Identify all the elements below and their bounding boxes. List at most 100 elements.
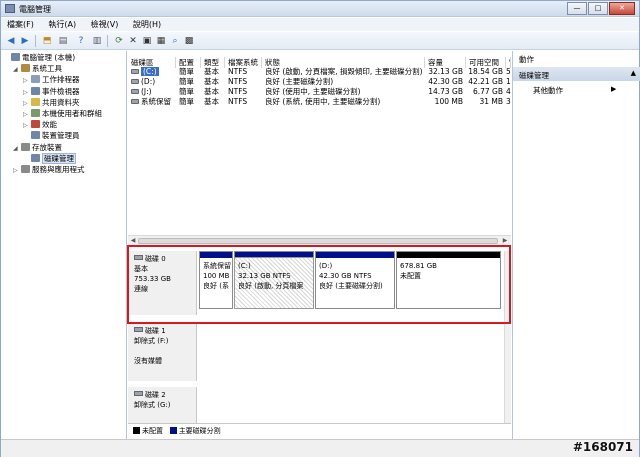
expand-toggle-icon[interactable]: ▷ <box>13 166 21 176</box>
action-pane-icon[interactable]: ▥ <box>91 35 103 47</box>
users-icon <box>31 109 40 117</box>
more-actions-label: 其他動作 <box>533 86 563 95</box>
disk-icon <box>134 327 143 332</box>
volume-row[interactable]: (J:) 簡單 基本 NTFS 良好 (使用中, 主要磁碟分割) 14.73 GB 6.77… <box>128 87 511 97</box>
tree-item[interactable]: ▷ 工作排程器 <box>23 75 80 85</box>
scroll-left-icon[interactable]: ◀ <box>129 237 137 245</box>
actions-section-label: 磁碟管理 <box>519 71 549 80</box>
actions-section-disk-management[interactable]: 磁碟管理 ▲ <box>513 67 640 81</box>
menu-view[interactable]: 檢視(V) <box>85 18 125 30</box>
storage-icon <box>21 142 30 151</box>
expand-toggle-icon[interactable]: ▷ <box>23 121 31 131</box>
cell-percent-free: 46 <box>506 87 511 96</box>
scroll-right-icon[interactable]: ▶ <box>501 237 509 245</box>
toolbar-divider <box>107 35 108 47</box>
tree-item[interactable]: 電腦管理 (本機) <box>3 53 75 63</box>
tree-item[interactable]: 磁碟管理 <box>23 152 76 164</box>
actions-header: 動作 <box>519 55 534 64</box>
refresh-icon[interactable]: ⟳ <box>113 35 125 47</box>
navigation-tree-pane: 電腦管理 (本機) ◢ 系統工具 ▷ 工作排程器 ▷ 事件檢視器 ▷ 共用資料夾 ▷ 本機使用者和群… <box>1 51 127 439</box>
cell-capacity: 32.13 GB <box>428 67 463 76</box>
cell-volume-name: 系統保留 <box>128 97 176 107</box>
cell-percent-free: 10 <box>506 77 511 86</box>
cell-volume-name: (C:) <box>128 67 176 77</box>
legend-label-primary: 主要磁碟分割 <box>178 427 221 435</box>
cell-free-space: 42.21 GB <box>468 77 503 86</box>
delete-icon[interactable]: ✕ <box>127 35 139 47</box>
menu-file[interactable]: 檔案(F) <box>1 18 40 30</box>
cell-capacity: 100 MB <box>434 97 463 106</box>
expand-toggle-icon[interactable]: ▷ <box>23 76 31 86</box>
tree-item-label: 本機使用者和群組 <box>42 109 102 118</box>
cell-percent-free: 31 <box>506 97 511 106</box>
expand-toggle-icon[interactable]: ◢ <box>13 65 21 75</box>
menu-action[interactable]: 執行(A) <box>42 18 82 30</box>
tree-item[interactable]: ▷ 效能 <box>23 120 57 130</box>
expand-toggle-icon[interactable]: ▷ <box>23 110 31 120</box>
expand-toggle-icon[interactable]: ◢ <box>13 144 21 154</box>
maximize-button[interactable]: □ <box>588 2 608 15</box>
help-icon[interactable]: ? <box>75 35 87 47</box>
tree-item-label: 事件檢視器 <box>42 86 80 96</box>
volume-icon <box>131 69 139 74</box>
show-hide-tree-icon[interactable]: ▤ <box>57 35 69 47</box>
tree-item-label: 工作排程器 <box>42 75 80 85</box>
cell-status: 良好 (系統, 使用中, 主要磁碟分割) <box>265 97 381 106</box>
volume-row[interactable]: 系統保留 簡單 基本 NTFS 良好 (系統, 使用中, 主要磁碟分割) 100 MB 31… <box>128 97 511 107</box>
legend-swatch-unallocated <box>133 427 140 434</box>
cell-filesystem: NTFS <box>228 67 248 76</box>
expand-toggle-icon[interactable]: ▷ <box>23 88 31 98</box>
disk-type: 卸除式 (G:) <box>134 401 171 409</box>
red-highlight-box <box>127 245 511 324</box>
open-folder-icon[interactable]: ▦ <box>155 35 167 47</box>
cell-layout: 簡單 <box>179 77 194 86</box>
tree-item[interactable]: ▷ 共用資料夾 <box>23 97 80 109</box>
disk-row[interactable]: 磁碟 1 卸除式 (F:) 沒有媒體 <box>128 323 504 381</box>
disk-label[interactable]: 磁碟 1 卸除式 (F:) 沒有媒體 <box>128 323 197 381</box>
cell-type: 基本 <box>204 87 219 96</box>
tree-item-label: 共用資料夾 <box>42 97 80 107</box>
toolbar-divider <box>35 35 36 47</box>
settings-icon[interactable]: ▩ <box>183 35 195 47</box>
up-folder-icon[interactable]: ⬒ <box>41 35 53 47</box>
tree-item[interactable]: ▷ 事件檢視器 <box>23 86 80 98</box>
cell-free-space: 31 MB <box>479 97 503 106</box>
title-bar[interactable]: 電腦管理 — □ ✕ <box>1 1 639 17</box>
disk-name-text: 磁碟 2 <box>145 391 166 399</box>
shared-folder-icon <box>31 97 40 106</box>
volume-icon <box>131 79 139 84</box>
scroll-thumb[interactable] <box>138 238 498 244</box>
cell-status: 良好 (主要磁碟分割) <box>265 77 334 86</box>
tree-item[interactable]: ▷ 本機使用者和群組 <box>23 109 102 119</box>
cell-layout: 簡單 <box>179 97 194 106</box>
services-icon <box>21 165 30 173</box>
volume-row[interactable]: (D:) 簡單 基本 NTFS 良好 (主要磁碟分割) 42.30 GB 42.21 GB 1… <box>128 77 511 87</box>
properties-icon[interactable]: ▣ <box>141 35 153 47</box>
cell-layout: 簡單 <box>179 67 194 76</box>
cell-capacity: 14.73 GB <box>428 87 463 96</box>
volume-name-text: (J:) <box>141 87 152 96</box>
menu-bar: 檔案(F) 執行(A) 檢視(V) 說明(H) <box>1 18 639 31</box>
clock-icon <box>31 75 40 84</box>
collapse-arrow-icon[interactable]: ▲ <box>631 69 636 77</box>
menu-help[interactable]: 說明(H) <box>127 18 167 30</box>
tree-item[interactable]: ◢ 存放裝置 <box>13 142 62 154</box>
cell-filesystem: NTFS <box>228 77 248 86</box>
horizontal-scrollbar[interactable]: ◀ ▶ <box>128 235 511 245</box>
more-actions-item[interactable]: 其他動作 ▶ <box>533 85 616 96</box>
minimize-button[interactable]: — <box>567 2 587 15</box>
disk-name: 磁碟 2 <box>134 390 196 400</box>
forward-icon[interactable]: ▶ <box>19 35 31 47</box>
tree-item[interactable]: ▷ 服務與應用程式 <box>13 165 85 175</box>
search-icon[interactable]: ⌕ <box>169 35 181 47</box>
expand-toggle-icon[interactable]: ▷ <box>23 99 31 109</box>
window-controls: — □ ✕ <box>566 2 635 15</box>
volume-row[interactable]: (C:) 簡單 基本 NTFS 良好 (啟動, 分頁檔案, 損毀傾印, 主要磁碟分割) 3… <box>128 67 511 77</box>
tree-item[interactable]: ◢ 系統工具 <box>13 64 62 74</box>
legend: 未配置 主要磁碟分割 <box>128 423 511 438</box>
back-icon[interactable]: ◀ <box>5 35 17 47</box>
volume-name-text: (C:) <box>141 67 159 76</box>
tree-item-label: 系統工具 <box>32 64 62 74</box>
close-button[interactable]: ✕ <box>609 2 635 15</box>
tree-item[interactable]: 裝置管理員 <box>23 131 80 141</box>
